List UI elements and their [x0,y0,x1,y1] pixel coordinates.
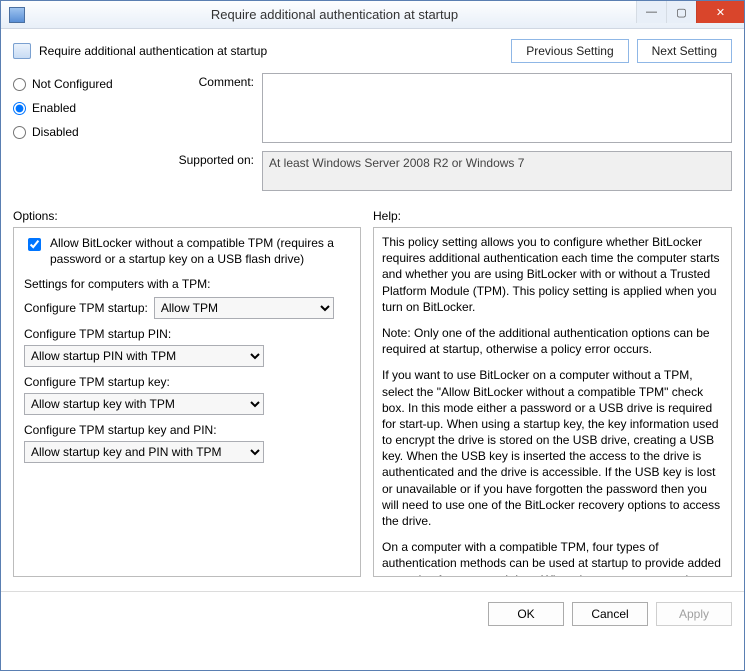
radio-not-configured-label: Not Configured [32,77,113,91]
radio-disabled-label: Disabled [32,125,79,139]
radio-disabled-input[interactable] [13,126,26,139]
help-paragraph: This policy setting allows you to config… [382,234,723,315]
previous-setting-button[interactable]: Previous Setting [511,39,628,63]
window-controls: — ▢ ✕ [636,1,744,23]
next-setting-button[interactable]: Next Setting [637,39,732,63]
help-paragraph: Note: Only one of the additional authent… [382,325,723,357]
allow-no-tpm-label: Allow BitLocker without a compatible TPM… [50,236,350,267]
comment-label: Comment: [169,73,254,143]
help-pane[interactable]: This policy setting allows you to config… [374,228,731,576]
configure-tpm-keypin-select[interactable]: Allow startup key and PIN with TPM [24,441,264,463]
cancel-button[interactable]: Cancel [572,602,648,626]
tpm-settings-heading: Settings for computers with a TPM: [24,277,350,291]
app-icon [9,7,25,23]
ok-button[interactable]: OK [488,602,564,626]
configure-tpm-key-row: Configure TPM startup key: Allow startup… [24,375,350,415]
help-paragraph: On a computer with a compatible TPM, fou… [382,539,723,576]
title-bar: Require additional authentication at sta… [1,1,744,29]
allow-no-tpm-checkbox[interactable] [28,238,41,251]
radio-enabled-input[interactable] [13,102,26,115]
policy-title: Require additional authentication at sta… [39,44,503,58]
help-pane-container: This policy setting allows you to config… [373,227,732,577]
maximize-button[interactable]: ▢ [666,1,696,23]
close-button[interactable]: ✕ [696,1,744,23]
help-paragraph: If you want to use BitLocker on a comput… [382,367,723,529]
radio-enabled[interactable]: Enabled [13,101,153,115]
radio-not-configured[interactable]: Not Configured [13,77,153,91]
configure-tpm-keypin-row: Configure TPM startup key and PIN: Allow… [24,423,350,463]
dialog-footer: OK Cancel Apply [1,591,744,636]
radio-disabled[interactable]: Disabled [13,125,153,139]
supported-label: Supported on: [169,151,254,191]
configure-tpm-keypin-label: Configure TPM startup key and PIN: [24,423,350,437]
configure-tpm-pin-label: Configure TPM startup PIN: [24,327,350,341]
allow-no-tpm-row[interactable]: Allow BitLocker without a compatible TPM… [24,236,350,267]
options-pane-label: Options: [13,209,361,223]
radio-enabled-label: Enabled [32,101,76,115]
policy-header: Require additional authentication at sta… [13,39,732,63]
configure-tpm-key-label: Configure TPM startup key: [24,375,350,389]
configure-tpm-startup-row: Configure TPM startup: Allow TPM [24,297,350,319]
comment-input[interactable] [262,73,732,143]
configure-tpm-key-select[interactable]: Allow startup key with TPM [24,393,264,415]
apply-button[interactable]: Apply [656,602,732,626]
configure-tpm-startup-label: Configure TPM startup: [24,301,148,315]
radio-not-configured-input[interactable] [13,78,26,91]
configure-tpm-pin-select[interactable]: Allow startup PIN with TPM [24,345,264,367]
supported-on-value: At least Windows Server 2008 R2 or Windo… [262,151,732,191]
help-pane-label: Help: [373,209,401,223]
options-pane: Allow BitLocker without a compatible TPM… [13,227,361,577]
policy-icon [13,43,31,59]
configure-tpm-startup-select[interactable]: Allow TPM [154,297,334,319]
configure-tpm-pin-row: Configure TPM startup PIN: Allow startup… [24,327,350,367]
minimize-button[interactable]: — [636,1,666,23]
state-radio-group: Not Configured Enabled Disabled [13,73,153,199]
